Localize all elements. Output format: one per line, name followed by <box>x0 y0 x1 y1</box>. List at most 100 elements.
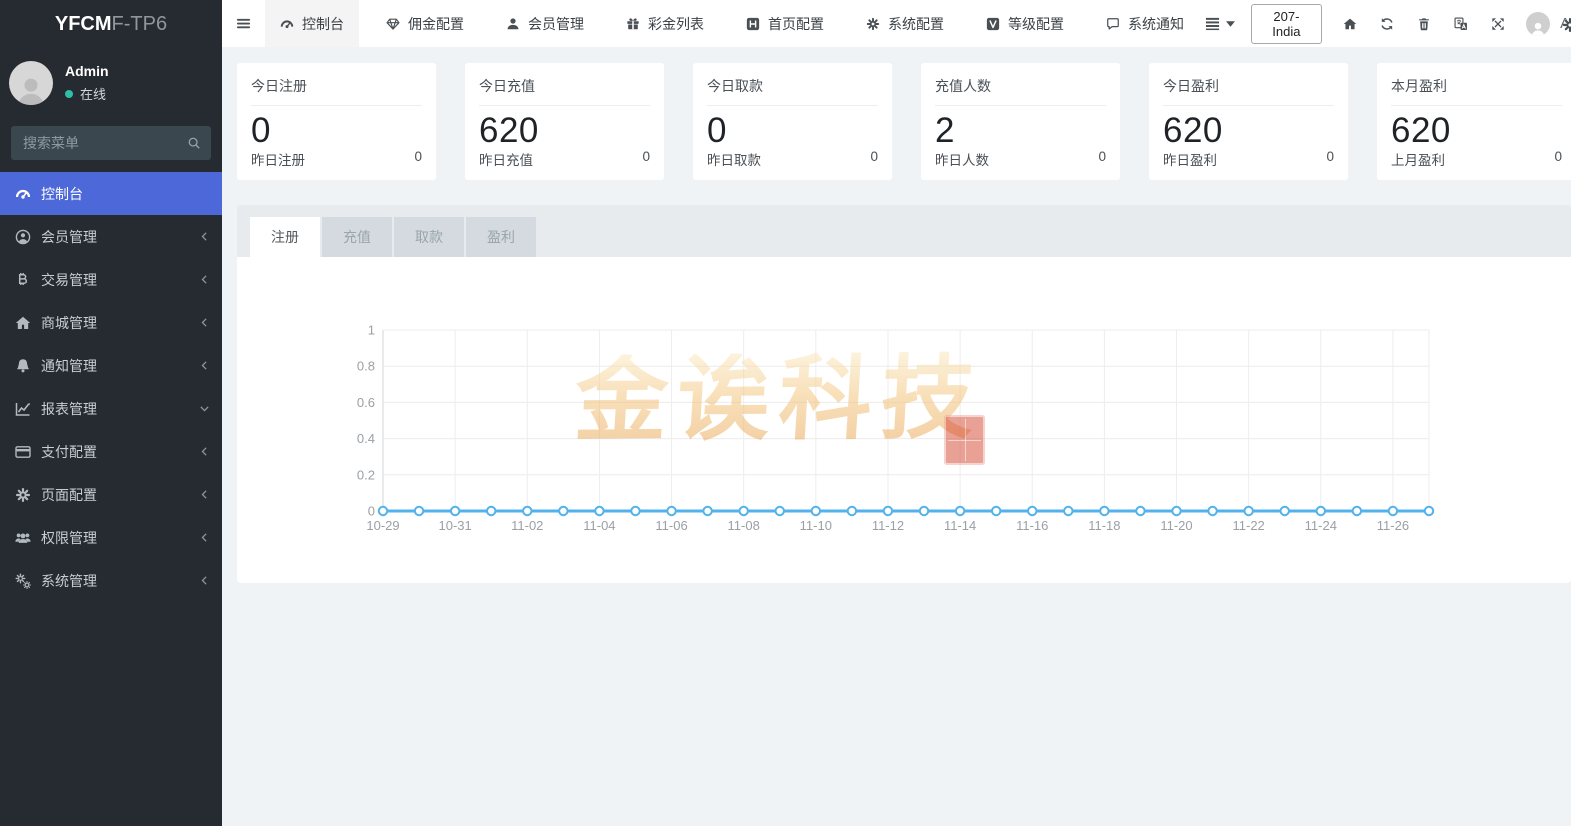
sidebar-item-label: 控制台 <box>41 185 83 202</box>
tachometer-icon <box>280 17 294 31</box>
sidebar-item-transactions[interactable]: 交易管理 <box>0 258 222 301</box>
refresh-icon <box>1380 17 1394 31</box>
svg-text:0.4: 0.4 <box>357 431 375 446</box>
svg-text:0.2: 0.2 <box>357 467 375 482</box>
sidebar-user-status: 在线 <box>65 84 109 103</box>
nav-item-bonus-list[interactable]: 彩金列表 <box>611 0 719 47</box>
chevron-left-icon <box>198 488 211 501</box>
stat-sub-label: 昨日取款 <box>707 153 761 168</box>
stat-sub-label: 昨日人数 <box>935 153 989 168</box>
search-input[interactable] <box>11 126 211 160</box>
refresh-button[interactable] <box>1369 17 1406 31</box>
stat-sub-value: 0 <box>642 149 650 164</box>
chevron-left-icon <box>198 574 211 587</box>
gem-icon <box>386 17 400 31</box>
hamburger-icon <box>236 16 251 31</box>
sidebar-item-reports[interactable]: 报表管理 <box>0 387 222 430</box>
stat-sub-value: 0 <box>1098 149 1106 164</box>
site-selector-button[interactable]: 207-India <box>1251 3 1322 44</box>
stat-card-month-profit: 本月盈利 620 上月盈利 0 <box>1377 63 1571 180</box>
comment-icon <box>1106 17 1120 31</box>
stat-card-today-register: 今日注册 0 昨日注册 0 <box>237 63 436 180</box>
stat-sub-value: 0 <box>1554 149 1562 164</box>
nav-item-system-notice[interactable]: 系统通知 <box>1091 0 1199 47</box>
chevron-left-icon <box>198 273 211 286</box>
sidebar-item-label: 报表管理 <box>41 400 97 417</box>
sidebar: YFCMF-TP6 Admin 在线 控制台 会员管理 交易管理 商城管理 通知… <box>0 0 222 826</box>
svg-text:11-26: 11-26 <box>1377 518 1409 533</box>
nav-item-label: 等级配置 <box>1008 15 1064 32</box>
sidebar-item-label: 交易管理 <box>41 271 97 288</box>
sidebar-menu: 控制台 会员管理 交易管理 商城管理 通知管理 报表管理 支付配置 页面配置 权… <box>0 172 222 602</box>
v-square-icon <box>986 17 1000 31</box>
stat-title: 充值人数 <box>935 78 991 94</box>
nav-item-label: 会员管理 <box>528 15 584 32</box>
translate-button[interactable] <box>1442 17 1479 31</box>
home-button[interactable] <box>1332 17 1369 31</box>
tachometer-icon <box>15 186 31 202</box>
person-icon <box>13 73 49 105</box>
search-icon[interactable] <box>187 136 201 150</box>
nav-item-label: 彩金列表 <box>648 15 704 32</box>
nav-item-homepage-config[interactable]: 首页配置 <box>731 0 839 47</box>
clear-button[interactable] <box>1406 17 1443 31</box>
stat-title: 今日注册 <box>251 78 307 94</box>
chevron-left-icon <box>198 316 211 329</box>
chart-line-icon <box>15 401 31 417</box>
sidebar-toggle-button[interactable] <box>222 0 265 47</box>
sidebar-item-payment-config[interactable]: 支付配置 <box>0 430 222 473</box>
gear-icon <box>1562 17 1571 33</box>
sidebar-item-permissions[interactable]: 权限管理 <box>0 516 222 559</box>
chevron-left-icon <box>198 359 211 372</box>
sidebar-item-notifications[interactable]: 通知管理 <box>0 344 222 387</box>
online-dot <box>65 89 73 98</box>
sidebar-item-label: 页面配置 <box>41 486 97 503</box>
avatar <box>9 61 53 105</box>
svg-text:11-16: 11-16 <box>1016 518 1048 533</box>
online-label: 在线 <box>80 87 107 102</box>
nav-item-label: 佣金配置 <box>408 15 464 32</box>
nav-item-commission-config[interactable]: 佣金配置 <box>371 0 479 47</box>
stat-value: 0 <box>251 111 271 150</box>
list-icon <box>1205 16 1220 31</box>
chart-card: 注册 充值 取款 盈利 0 0.2 0.4 0.6 0.8 1 10-29 10-31 11-0… <box>237 205 1571 583</box>
stat-card-today-withdraw: 今日取款 0 昨日取款 0 <box>693 63 892 180</box>
sidebar-item-label: 系统管理 <box>41 572 97 589</box>
translate-icon <box>1454 17 1468 31</box>
stat-sub-label: 昨日注册 <box>251 153 305 168</box>
svg-text:11-14: 11-14 <box>944 518 976 533</box>
sidebar-item-members[interactable]: 会员管理 <box>0 215 222 258</box>
nav-item-dashboard[interactable]: 控制台 <box>265 0 359 47</box>
skin-settings-button[interactable] <box>1562 16 1571 34</box>
stat-value: 0 <box>707 111 727 150</box>
chevron-down-icon <box>198 402 211 415</box>
sidebar-item-mall[interactable]: 商城管理 <box>0 301 222 344</box>
svg-text:11-04: 11-04 <box>583 518 615 533</box>
stat-sub-label: 昨日充值 <box>479 153 533 168</box>
nav-item-label: 系统通知 <box>1128 15 1184 32</box>
stat-card-deposit-users: 充值人数 2 昨日人数 0 <box>921 63 1120 180</box>
brand-logo: YFCM F-TP6 <box>0 0 222 48</box>
stat-title: 今日充值 <box>479 78 535 94</box>
svg-text:11-22: 11-22 <box>1233 518 1265 533</box>
nav-item-level-config[interactable]: 等级配置 <box>971 0 1079 47</box>
menu-list-dropdown[interactable] <box>1205 16 1235 31</box>
main-content: 今日注册 0 昨日注册 0 今日充值 620 昨日充值 0 今日取款 0 昨日取款 0… <box>222 47 1571 826</box>
sidebar-item-dashboard[interactable]: 控制台 <box>0 172 222 215</box>
chevron-left-icon <box>198 531 211 544</box>
stat-cards-row: 今日注册 0 昨日注册 0 今日充值 620 昨日充值 0 今日取款 0 昨日取款 0… <box>237 63 1571 180</box>
svg-text:11-18: 11-18 <box>1088 518 1120 533</box>
svg-text:11-12: 11-12 <box>872 518 904 533</box>
chevron-left-icon <box>198 445 211 458</box>
avatar <box>1526 11 1551 36</box>
svg-text:11-20: 11-20 <box>1160 518 1192 533</box>
fullscreen-button[interactable] <box>1479 17 1516 31</box>
svg-text:0.6: 0.6 <box>357 395 375 410</box>
svg-text:10-31: 10-31 <box>439 518 472 533</box>
sidebar-item-page-config[interactable]: 页面配置 <box>0 473 222 516</box>
nav-item-system-config[interactable]: 系统配置 <box>851 0 959 47</box>
sidebar-item-system[interactable]: 系统管理 <box>0 559 222 602</box>
stat-card-today-profit: 今日盈利 620 昨日盈利 0 <box>1149 63 1348 180</box>
trash-icon <box>1417 17 1431 31</box>
nav-item-members[interactable]: 会员管理 <box>491 0 599 47</box>
